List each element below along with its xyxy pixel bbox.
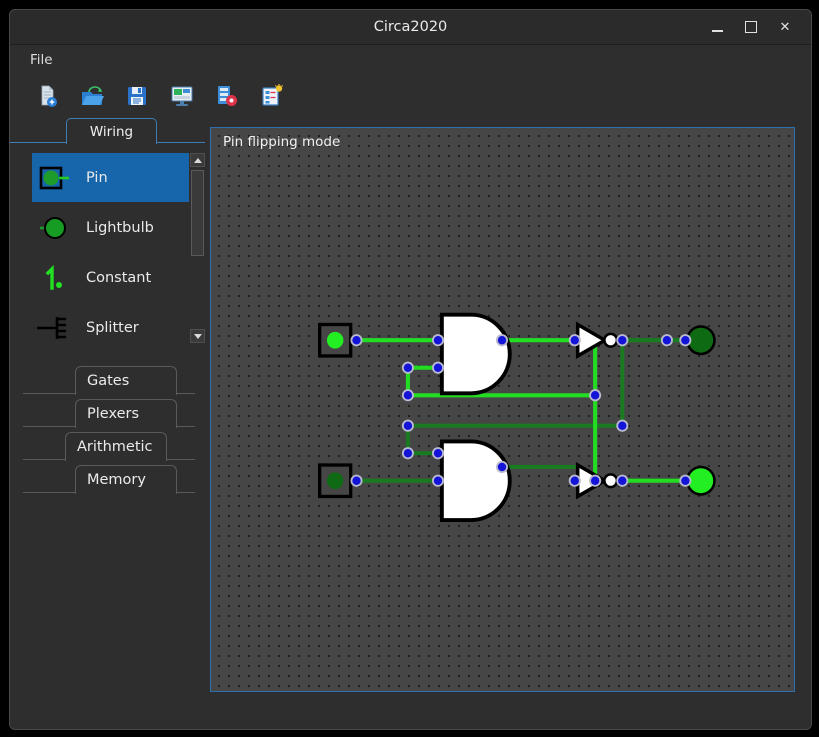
new-file-icon[interactable] <box>34 83 60 109</box>
settings-server-icon[interactable] <box>214 83 240 109</box>
sidebar-item-splitter-label: Splitter <box>86 319 139 336</box>
scrollbar-down-arrow[interactable] <box>190 329 205 343</box>
sidebar-section-plexers-label: Plexers <box>75 399 177 428</box>
node-cross-upper-left <box>401 389 414 402</box>
scrollbar-up-arrow[interactable] <box>190 153 205 167</box>
node-not-bottom-in <box>568 474 581 487</box>
node-pinB-out <box>350 474 363 487</box>
app-window: Circa2020 ✕ File Wiring Pin Lightbulb Co… <box>9 9 812 730</box>
and-gate-top <box>439 312 512 396</box>
connection-nodes <box>350 334 692 487</box>
and-gate-bottom <box>439 439 512 523</box>
simulate-monitor-icon[interactable] <box>169 83 195 109</box>
toolbar <box>10 75 811 117</box>
sidebar-item-pin[interactable]: Pin <box>32 153 189 202</box>
node-and-bottom-out <box>496 460 509 474</box>
minimize-button[interactable] <box>708 18 726 36</box>
sidebar-section-arithmetic-label: Arithmetic <box>65 432 167 461</box>
window-controls: ✕ <box>708 18 811 36</box>
menu-item-file[interactable]: File <box>22 49 61 71</box>
maximize-button[interactable] <box>742 18 760 36</box>
close-button[interactable]: ✕ <box>776 18 794 36</box>
node-branch-top <box>401 361 414 374</box>
save-disk-icon[interactable] <box>124 83 150 109</box>
node-not-top-out <box>616 334 629 347</box>
node-bottom-junction <box>589 474 602 487</box>
node-not-top-in <box>568 334 581 347</box>
open-folder-icon[interactable] <box>79 83 105 109</box>
splitter-icon <box>32 305 78 351</box>
input-pin-a <box>317 322 353 358</box>
sidebar-section-memory-label: Memory <box>75 465 177 494</box>
circuit-diagram[interactable] <box>211 128 794 691</box>
node-lamp-top-in <box>679 334 692 347</box>
sidebar-item-splitter[interactable]: Splitter <box>32 303 187 352</box>
canvas-mode-label: Pin flipping mode <box>223 134 341 150</box>
node-cross-lower-left <box>401 419 414 432</box>
sidebar-section-memory[interactable]: Memory <box>23 464 195 494</box>
node-not-bottom-out <box>616 474 629 487</box>
lightbulb-icon <box>32 205 78 251</box>
sidebar-section-plexers[interactable]: Plexers <box>23 398 195 428</box>
node-pinA-out <box>350 334 363 347</box>
node-and-top-out <box>496 334 509 347</box>
node-lamp-top-junction <box>660 334 673 347</box>
sidebar-item-lightbulb-label: Lightbulb <box>86 219 154 236</box>
main-area: Wiring Pin Lightbulb Constant Splitter G… <box>10 117 811 729</box>
not-gate-top <box>575 321 619 359</box>
scrollbar-thumb[interactable] <box>191 170 204 256</box>
document-lightbulb-icon[interactable] <box>259 83 285 109</box>
sidebar-section-gates[interactable]: Gates <box>23 365 195 395</box>
sidebar-item-lightbulb[interactable]: Lightbulb <box>32 203 187 252</box>
sidebar-tabstrip: Wiring <box>10 117 205 145</box>
sidebar-item-constant-label: Constant <box>86 269 152 286</box>
node-and-top-in1 <box>431 334 445 347</box>
node-and-bottom-in2 <box>431 474 445 487</box>
node-lamp-bottom-in <box>679 474 692 487</box>
tab-wiring[interactable]: Wiring <box>66 118 157 145</box>
window-title: Circa2020 <box>373 19 448 35</box>
sidebar-section-gates-label: Gates <box>75 366 177 395</box>
constant-icon <box>32 255 78 301</box>
title-bar: Circa2020 ✕ <box>10 10 811 45</box>
input-pin-b <box>317 463 353 499</box>
circuit-canvas[interactable]: Pin flipping mode <box>210 127 795 692</box>
node-and-top-in2 <box>431 361 445 374</box>
node-branch-bottom <box>401 447 414 460</box>
sidebar-section-arithmetic[interactable]: Arithmetic <box>23 431 195 461</box>
menu-bar: File <box>10 45 811 75</box>
node-cross-upper-right <box>589 389 602 402</box>
component-sidebar: Wiring Pin Lightbulb Constant Splitter G… <box>10 117 205 729</box>
node-cross-lower-right <box>616 419 629 432</box>
node-and-bottom-in1 <box>431 447 445 460</box>
component-list-scrollbar[interactable] <box>190 153 205 343</box>
pin-icon <box>32 155 78 201</box>
sidebar-item-constant[interactable]: Constant <box>32 253 187 302</box>
canvas-container: Pin flipping mode <box>205 117 811 729</box>
tab-wiring-label: Wiring <box>89 123 134 140</box>
sidebar-item-pin-label: Pin <box>86 169 108 186</box>
